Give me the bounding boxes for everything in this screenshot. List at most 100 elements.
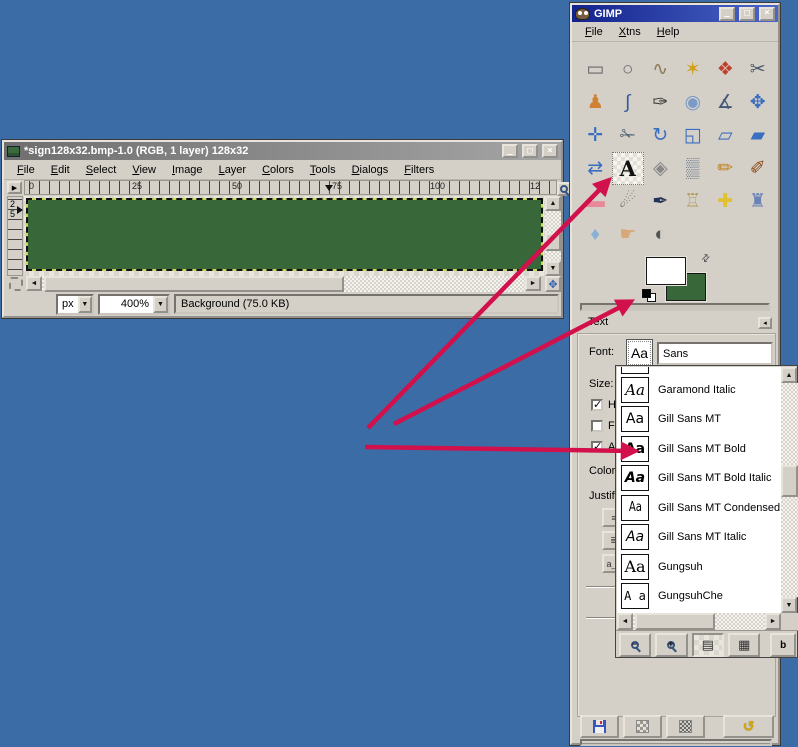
font-preview-button[interactable]: Aa xyxy=(626,339,653,367)
font-list-item[interactable]: Aa Gill Sans MT Condensed, C xyxy=(617,493,781,523)
foreground-color-swatch[interactable] xyxy=(646,257,686,285)
ruler-menu-button[interactable]: ▶ xyxy=(7,181,22,194)
tool-button-fuzzy-select[interactable]: ✶ xyxy=(677,53,710,86)
tool-button-heal[interactable]: ✚ xyxy=(709,185,742,218)
scroll-track[interactable] xyxy=(42,276,525,292)
image-window-titlebar[interactable]: *sign128x32.bmp-1.0 (RGB, 1 layer) 128x3… xyxy=(4,142,561,160)
default-colors-icon[interactable] xyxy=(642,289,658,303)
reset-options-button[interactable]: ↺ xyxy=(723,715,774,738)
tool-button-rect-select[interactable]: ▭ xyxy=(579,53,612,86)
tool-button-scale[interactable]: ◱ xyxy=(677,119,710,152)
menu-item[interactable]: Help xyxy=(650,24,687,40)
tool-button-blend[interactable]: ▒ xyxy=(677,152,710,185)
scroll-left-button[interactable]: ◄ xyxy=(26,276,42,291)
scroll-up-button[interactable]: ▲ xyxy=(781,367,797,383)
scroll-up-button[interactable]: ▲ xyxy=(545,196,561,211)
menu-item[interactable]: File xyxy=(578,24,610,40)
tool-button-measure[interactable]: ∡ xyxy=(709,86,742,119)
dock-separator[interactable] xyxy=(580,303,770,311)
tool-button-crop[interactable]: ✁ xyxy=(612,119,645,152)
tool-button-clone[interactable]: ♖ xyxy=(677,185,710,218)
menu-item[interactable]: File xyxy=(10,162,42,178)
font-list-item[interactable]: Aa Gill Sans MT Bold xyxy=(617,434,781,464)
minimize-button[interactable]: _ xyxy=(719,7,735,21)
horizontal-scrollbar[interactable]: ◄ ► xyxy=(26,276,541,292)
font-name-input[interactable] xyxy=(657,342,773,365)
antialias-checkbox[interactable] xyxy=(591,441,603,453)
tool-button-perspective-clone[interactable]: ♜ xyxy=(742,185,775,218)
tool-button-select-by-color[interactable]: ❖ xyxy=(709,53,742,86)
menu-item[interactable]: Layer xyxy=(212,162,254,178)
close-button[interactable]: × xyxy=(542,144,558,158)
menu-item[interactable]: Select xyxy=(79,162,124,178)
gimp-titlebar[interactable]: GIMP _ □ × xyxy=(572,5,778,22)
tool-button-shear[interactable]: ▱ xyxy=(709,119,742,152)
zoom-out-button[interactable]: − xyxy=(619,633,651,657)
swap-colors-icon[interactable]: ⇄ xyxy=(699,252,713,266)
tool-button-rotate[interactable]: ↻ xyxy=(644,119,677,152)
tool-button-pencil[interactable]: ✏ xyxy=(709,152,742,185)
popup-horizontal-scrollbar[interactable]: ◄ ► xyxy=(617,613,781,630)
dock-collapse-button[interactable]: ◂ xyxy=(758,317,772,329)
canvas-area[interactable] xyxy=(24,196,545,276)
menu-item[interactable]: Xtns xyxy=(612,24,648,40)
scroll-thumb[interactable] xyxy=(781,465,798,497)
tool-button-text[interactable]: A xyxy=(612,152,645,185)
font-list-item[interactable]: A a GungsuhChe xyxy=(617,582,781,612)
navigation-button[interactable]: ✥ xyxy=(545,276,561,292)
tool-button-smudge[interactable]: ☛ xyxy=(612,218,645,251)
scroll-track[interactable] xyxy=(633,613,765,630)
close-button[interactable]: × xyxy=(759,7,775,21)
scroll-track[interactable] xyxy=(545,211,561,261)
quickmask-toggle-icon[interactable] xyxy=(9,277,23,291)
tool-button-color-picker[interactable]: ✑ xyxy=(644,86,677,119)
tool-button-ellipse-select[interactable]: ○ xyxy=(612,53,645,86)
scroll-track[interactable] xyxy=(781,383,798,597)
scroll-down-button[interactable]: ▼ xyxy=(545,261,561,276)
tool-button-eraser[interactable]: ▬ xyxy=(579,185,612,218)
menu-item[interactable]: View xyxy=(125,162,163,178)
tool-button-align[interactable]: ✛ xyxy=(579,119,612,152)
font-list-item[interactable]: Aa Garamond Italic xyxy=(617,375,781,405)
popup-vertical-scrollbar[interactable]: ▲ ▼ xyxy=(781,367,798,613)
vertical-ruler[interactable]: 2 5 xyxy=(7,196,23,276)
delete-options-button[interactable] xyxy=(666,715,705,738)
maximize-button[interactable]: □ xyxy=(739,7,755,21)
font-list-item[interactable]: Aa Gill Sans MT Bold Italic xyxy=(617,464,781,494)
menu-item[interactable]: Dialogs xyxy=(345,162,396,178)
unit-combo[interactable]: px ▼ xyxy=(56,294,94,315)
tool-button-perspective[interactable]: ▰ xyxy=(742,119,775,152)
menu-item[interactable]: Colors xyxy=(255,162,301,178)
font-list-item-partial[interactable] xyxy=(617,367,781,375)
scroll-thumb[interactable] xyxy=(635,613,715,630)
menu-item[interactable]: Edit xyxy=(44,162,77,178)
font-list-item[interactable]: Aa Gungsuh xyxy=(617,552,781,582)
grid-view-button[interactable]: ▦ xyxy=(728,633,760,657)
minimize-button[interactable]: _ xyxy=(502,144,518,158)
edit-font-name-button[interactable]: b xyxy=(770,633,796,657)
ruler-zoom-icon[interactable] xyxy=(557,182,571,196)
zoom-combo[interactable]: 400% ▼ xyxy=(98,294,170,315)
tool-button-flip[interactable]: ⇄ xyxy=(579,152,612,185)
tool-button-free-select[interactable]: ∿ xyxy=(644,53,677,86)
scroll-right-button[interactable]: ► xyxy=(525,276,541,291)
tool-button-paintbrush[interactable]: ✐ xyxy=(742,152,775,185)
menu-item[interactable]: Filters xyxy=(397,162,441,178)
scroll-thumb[interactable] xyxy=(545,233,561,251)
dropdown-arrow-icon[interactable]: ▼ xyxy=(78,296,92,313)
menu-item[interactable]: Tools xyxy=(303,162,343,178)
tool-button-move[interactable]: ✥ xyxy=(742,86,775,119)
tool-button-ink[interactable]: ✒ xyxy=(644,185,677,218)
menu-item[interactable]: Image xyxy=(165,162,210,178)
tool-button-airbrush[interactable]: ☄ xyxy=(612,185,645,218)
zoom-in-button[interactable]: + xyxy=(655,633,687,657)
list-view-button[interactable]: ▤ xyxy=(692,633,724,657)
image-content[interactable] xyxy=(28,200,541,269)
scroll-thumb[interactable] xyxy=(44,276,344,292)
force-autohint-checkbox[interactable] xyxy=(591,420,603,432)
save-options-button[interactable] xyxy=(580,715,619,738)
horizontal-ruler[interactable]: 0 25 50 75 100 12 xyxy=(24,180,557,195)
scroll-left-button[interactable]: ◄ xyxy=(617,613,633,630)
tool-button-paths[interactable]: ∫ xyxy=(612,86,645,119)
tool-button-blur-sharpen[interactable]: ♦ xyxy=(579,218,612,251)
